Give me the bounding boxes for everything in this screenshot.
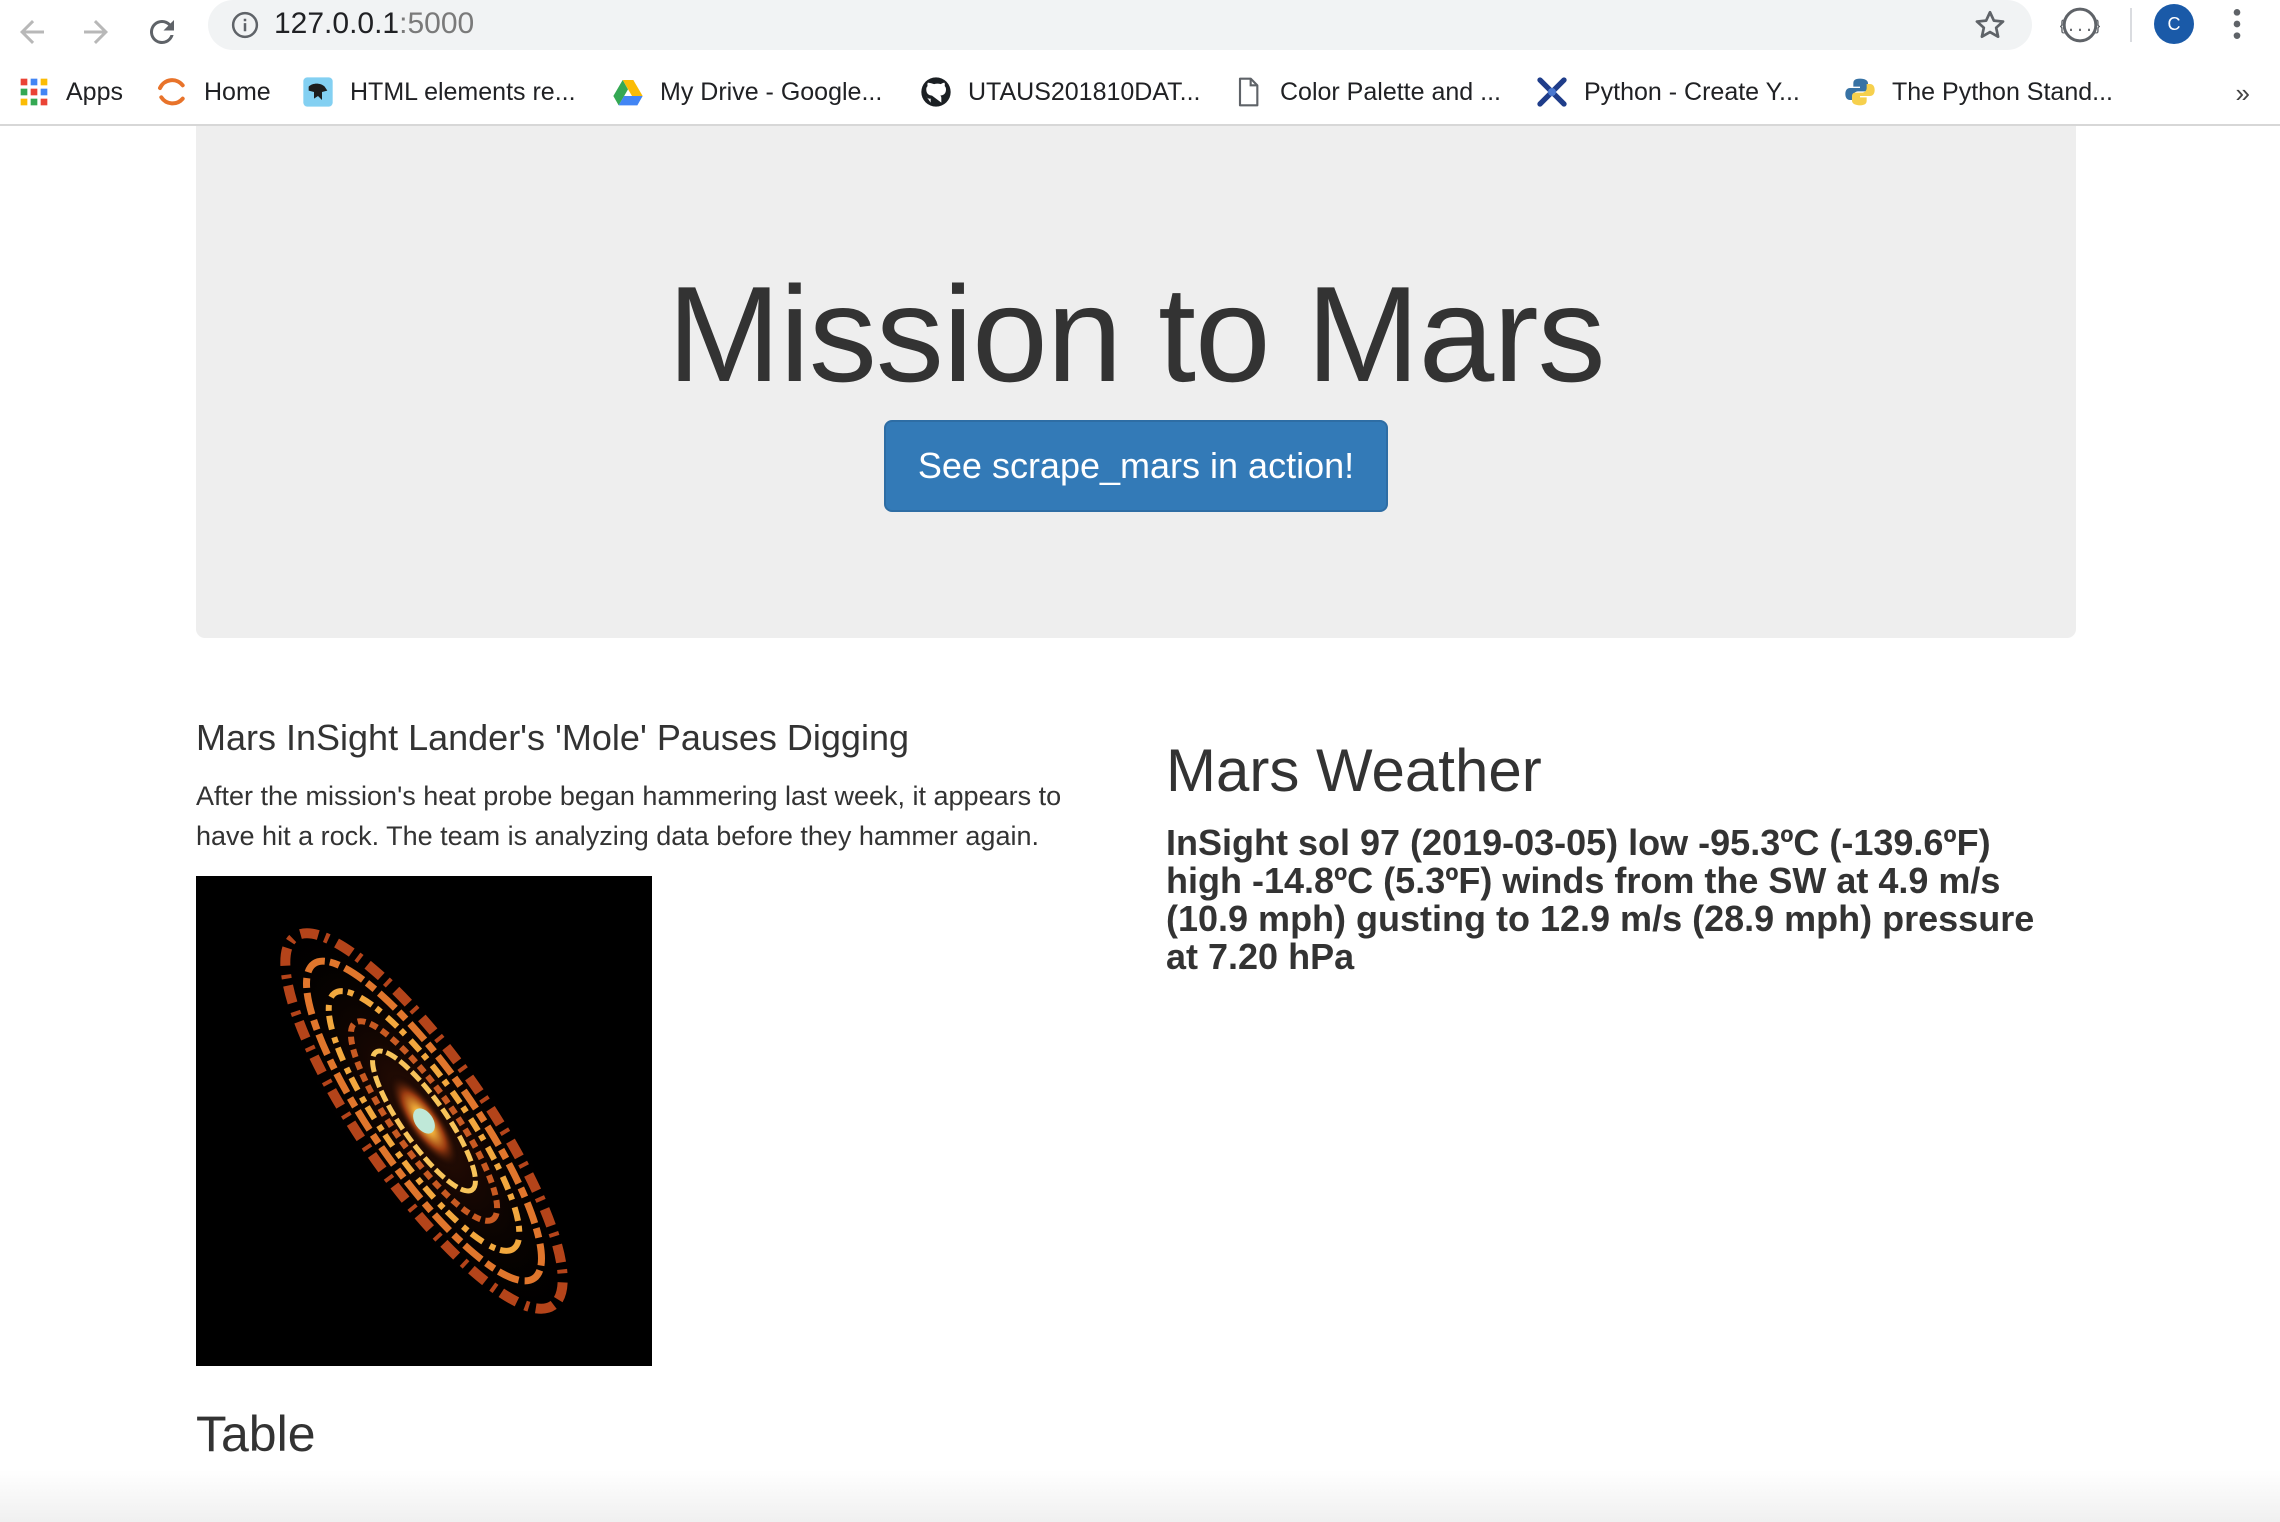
bookmark-label: HTML elements re... <box>350 77 576 106</box>
galaxy-image <box>196 876 652 1366</box>
toolbar-divider <box>2130 8 2132 42</box>
page-title: Mission to Mars <box>667 258 1605 410</box>
bookmark-star-icon[interactable] <box>1972 7 2008 43</box>
bookmark-label: UTAUS201810DAT... <box>968 77 1201 106</box>
address-bar[interactable]: 127.0.0.1:5000 <box>208 0 2032 50</box>
document-icon <box>1232 76 1264 108</box>
url-text[interactable]: 127.0.0.1:5000 <box>274 6 474 42</box>
weather-heading: Mars Weather <box>1166 737 1542 804</box>
reload-button[interactable] <box>136 6 188 58</box>
python-logo-icon <box>1844 76 1876 108</box>
bookmark-label: The Python Stand... <box>1892 77 2113 106</box>
back-button[interactable] <box>6 6 58 58</box>
weather-report: InSight sol 97 (2019-03-05) low -95.3ºC … <box>1166 822 2035 977</box>
featured-image <box>196 876 652 1366</box>
bookmark-python-standard[interactable]: The Python Stand... <box>1844 68 2113 116</box>
url-host: 127.0.0.1 <box>274 7 400 40</box>
hero-jumbotron: Mission to Mars See scrape_mars in actio… <box>196 126 2076 638</box>
bookmark-google-drive[interactable]: My Drive - Google... <box>612 68 882 116</box>
bookmark-label: Python - Create Y... <box>1584 77 1800 106</box>
bookmarks-bar: Apps Home HTML elements re... My Drive -… <box>0 64 2280 126</box>
extension-icon[interactable]: {...} <box>2060 5 2100 45</box>
google-drive-icon <box>612 76 644 108</box>
bookmark-github[interactable]: UTAUS201810DAT... <box>920 68 1201 116</box>
news-paragraph: After the mission's heat probe began ham… <box>196 781 1062 851</box>
forward-button[interactable] <box>70 6 122 58</box>
home-swirl-icon <box>156 76 188 108</box>
apps-grid-icon <box>18 76 50 108</box>
mdn-dino-icon <box>302 76 334 108</box>
bookmark-html-elements[interactable]: HTML elements re... <box>302 68 576 116</box>
forward-arrow-icon <box>84 20 108 44</box>
bookmark-home[interactable]: Home <box>156 68 271 116</box>
bookmark-label: Home <box>204 77 271 106</box>
reload-icon <box>149 19 174 44</box>
bookmarks-overflow-chevron-icon[interactable]: » <box>2236 78 2250 109</box>
profile-avatar[interactable]: C <box>2154 4 2194 44</box>
bookmark-python-create[interactable]: Python - Create Y... <box>1536 68 1800 116</box>
bookmark-label: My Drive - Google... <box>660 77 883 106</box>
info-icon[interactable] <box>230 10 260 40</box>
bookmark-apps[interactable]: Apps <box>18 68 123 116</box>
news-title: Mars InSight Lander's 'Mole' Pauses Digg… <box>196 717 909 758</box>
url-port: :5000 <box>399 7 475 40</box>
svg-text:{...}: {...} <box>2060 17 2100 35</box>
scrape-button[interactable]: See scrape_mars in action! <box>884 420 1388 512</box>
table-heading: Table <box>196 1406 316 1462</box>
browser-toolbar: 127.0.0.1:5000 {...} C <box>0 0 2280 64</box>
python-x-icon <box>1536 76 1568 108</box>
bookmark-label: Color Palette and ... <box>1280 77 1501 106</box>
viewport-bottom-edge <box>0 1470 2280 1522</box>
bookmark-label: Apps <box>66 77 123 106</box>
github-icon <box>920 76 952 108</box>
back-arrow-icon <box>20 20 44 44</box>
bookmark-color-palette[interactable]: Color Palette and ... <box>1232 68 1501 116</box>
more-menu-icon[interactable] <box>2222 4 2252 44</box>
